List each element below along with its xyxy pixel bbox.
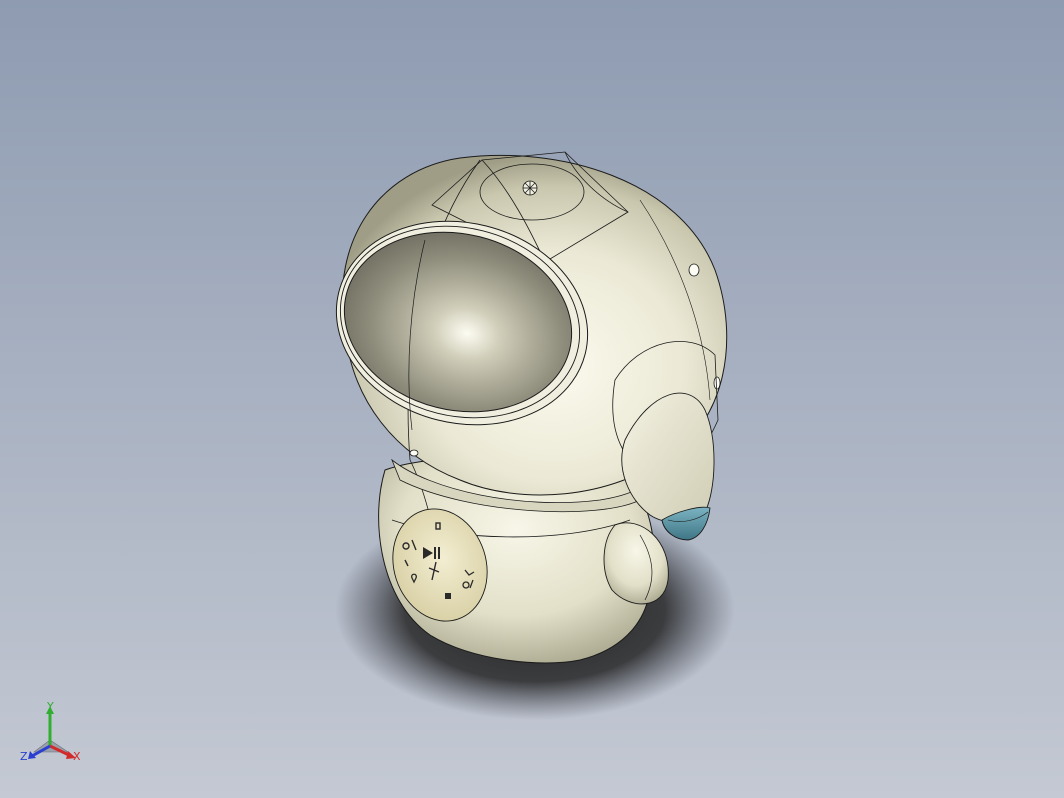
axis-triad: Y X Z <box>20 700 81 763</box>
top-sensor-icon <box>522 180 538 196</box>
z-axis-label: Z <box>20 750 28 763</box>
side-hole-lower <box>713 376 721 390</box>
y-axis-label: Y <box>46 700 54 713</box>
x-axis-label: X <box>73 750 81 763</box>
side-hole-upper <box>688 263 700 277</box>
3d-viewport[interactable]: Y X Z <box>0 0 1064 798</box>
grid-icon <box>445 593 451 599</box>
model-scene[interactable] <box>0 0 1064 798</box>
side-hole-rear <box>409 449 419 457</box>
